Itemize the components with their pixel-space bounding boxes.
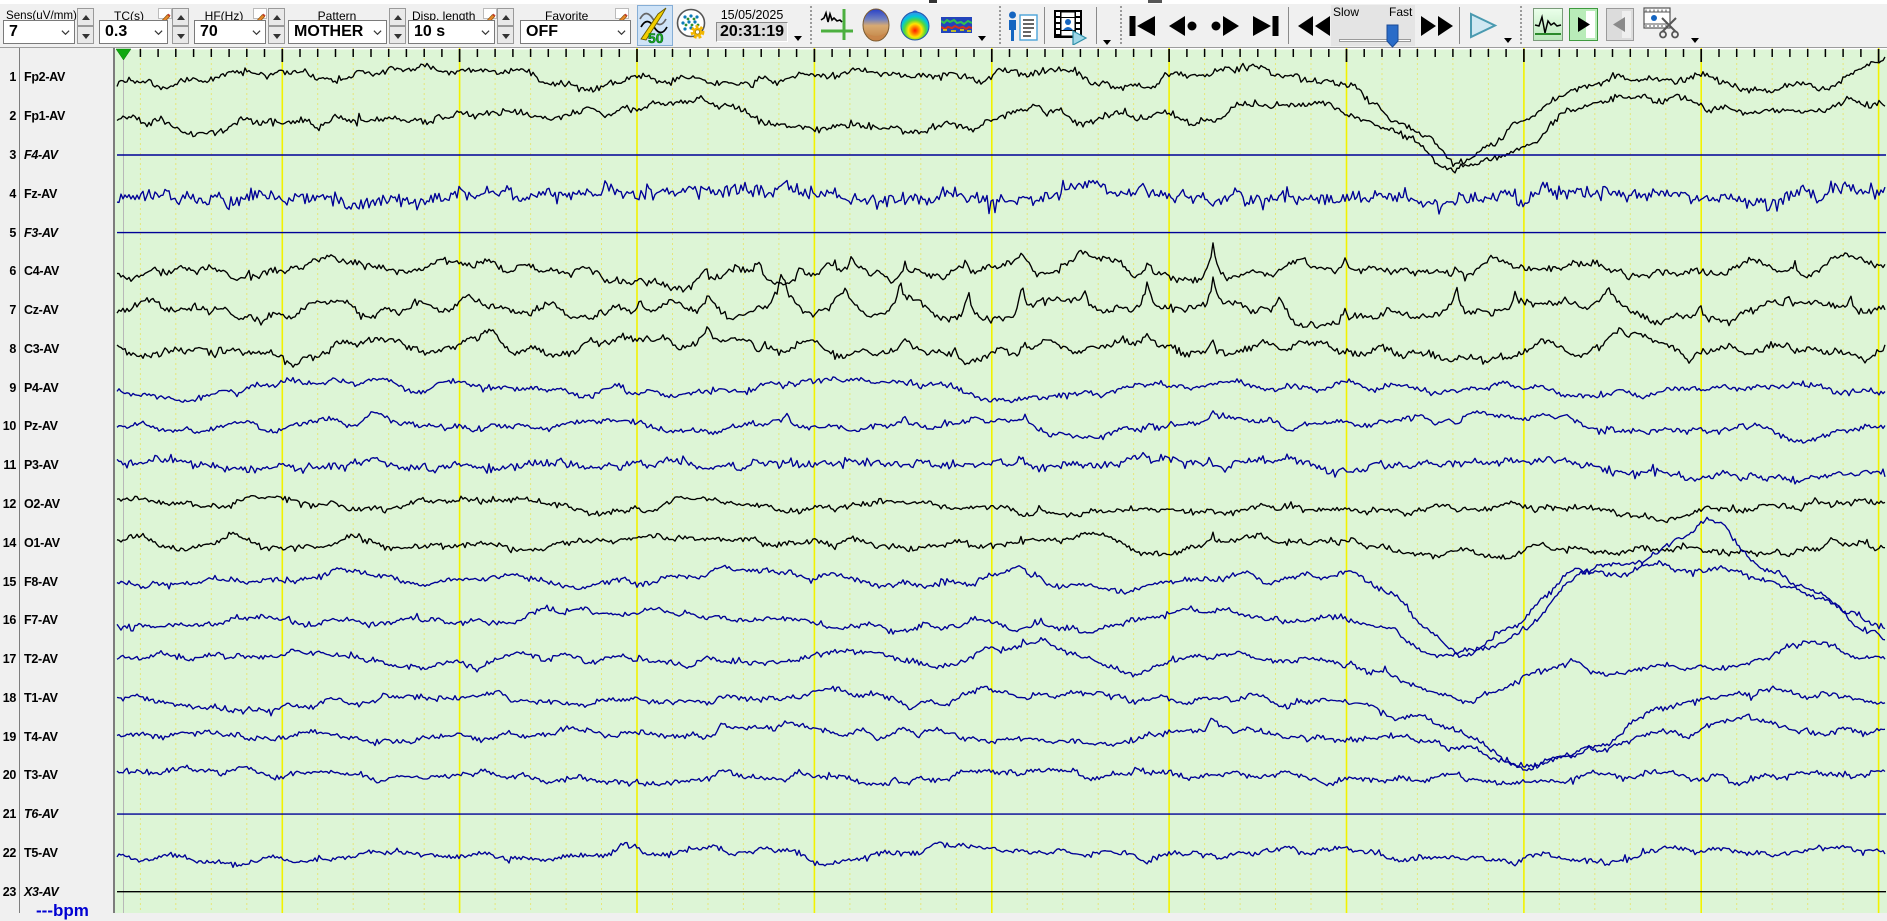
svg-text:50: 50 [648, 30, 664, 45]
